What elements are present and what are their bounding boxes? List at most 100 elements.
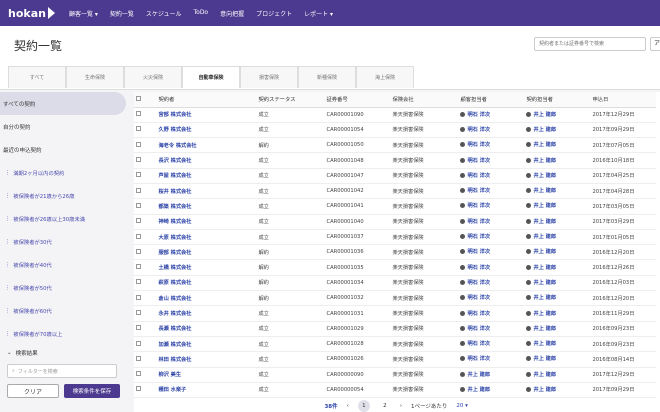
person-link[interactable]: 明石 洋次 [460,310,490,317]
cell-0[interactable]: 都築 株式会社 [156,198,257,215]
table-row[interactable]: 長瀬 株式会社 成立 CAR00001029 楽天損害保険 明石 洋次 井上 建郎 2016… [134,321,657,337]
person-link[interactable]: 明石 洋次 [460,111,490,118]
search-results-section[interactable]: ⌄ 検索結果 [0,345,126,361]
page-1[interactable]: 1 [357,400,370,412]
save-search-button[interactable]: 検索条件を保存 [64,384,120,398]
sidebar-item-0[interactable]: すべての契約 [0,92,127,115]
person-link[interactable]: 明石 洋次 [460,248,490,255]
table-row[interactable]: 神崎 株式会社 成立 CAR00001040 楽天損害保険 明石 洋次 井上 建郎 2017… [134,214,657,230]
cell-5[interactable]: 井上 建郎 [524,259,591,276]
cell-5[interactable]: 井上 建郎 [524,198,591,215]
cell-4[interactable]: 明石 洋次 [458,244,525,261]
cell-0[interactable]: 桜井 株式会社 [156,183,257,200]
table-row[interactable]: 宮部 株式会社 成立 CAR00001090 楽天損害保険 明石 洋次 井上 建郎 2017… [134,107,657,123]
cell-0[interactable]: 永井 株式会社 [156,305,257,322]
column-header-2[interactable]: 証券番号 [324,92,391,108]
cell-5[interactable]: 井上 建郎 [524,168,591,184]
table-row[interactable]: 大原 株式会社 成立 CAR00001037 楽天損害保険 明石 洋次 井上 建郎 2017… [134,229,657,246]
nav-item-3[interactable]: ToDo [194,9,209,18]
person-link[interactable]: 井上 建郎 [526,126,556,133]
row-checkbox[interactable] [136,386,142,392]
saved-filter-4[interactable]: ⋮ 被保険者が40代 [0,253,126,276]
tab-6[interactable]: 海上保険 [356,66,414,88]
person-link[interactable]: 井上 建郎 [526,294,556,301]
cell-5[interactable]: 井上 建郎 [524,351,591,368]
saved-filter-6[interactable]: ⋮ 被保険者が60代 [0,299,126,322]
cell-4[interactable]: 明石 洋次 [458,152,525,169]
cell-5[interactable]: 井上 建郎 [524,214,591,230]
cell-5[interactable]: 井上 建郎 [524,290,591,307]
cell-0[interactable]: 萩原 株式会社 [156,275,257,292]
person-link[interactable]: 井上 建郎 [526,218,556,225]
cell-0[interactable]: 柳沢 美生 [156,367,257,383]
cell-4[interactable]: 明石 洋次 [458,290,525,307]
person-link[interactable]: 明石 洋次 [460,218,490,225]
cell-0[interactable]: 土橋 株式会社 [156,259,257,276]
person-link[interactable]: 明石 洋次 [460,325,490,332]
tab-5[interactable]: 新種保険 [298,66,356,88]
prev-page-icon[interactable]: ‹ [347,403,349,409]
column-header-4[interactable]: 顧客担当者 [458,92,525,108]
next-page-icon[interactable]: › [400,403,402,409]
cell-5[interactable]: 井上 建郎 [524,382,591,399]
row-checkbox[interactable] [136,279,142,285]
person-link[interactable]: 明石 洋次 [460,355,490,362]
person-link[interactable]: 井上 建郎 [526,141,556,148]
cell-5[interactable]: 井上 建郎 [524,305,591,322]
cell-5[interactable]: 井上 建郎 [524,244,591,261]
cell-4[interactable]: 明石 洋次 [458,259,525,276]
column-header-1[interactable]: 契約ステータス [256,92,325,108]
tab-0[interactable]: すべて [8,66,66,88]
person-link[interactable]: 井上 建郎 [526,172,556,179]
cell-4[interactable]: 明石 洋次 [458,229,525,246]
person-link[interactable]: 井上 建郎 [526,386,556,393]
row-checkbox[interactable] [136,355,142,361]
saved-filter-2[interactable]: ⋮ 被保険者が26歳以上30歳未満 [0,207,126,230]
page-2[interactable]: 2 [379,400,391,412]
sidebar-item-2[interactable]: 最近の申込契約 [0,138,126,161]
cell-4[interactable]: 明石 洋次 [458,275,525,292]
row-checkbox[interactable] [136,371,142,377]
row-checkbox[interactable] [136,141,142,147]
cell-4[interactable]: 井上 建郎 [458,382,525,399]
cell-0[interactable]: 久野 株式会社 [156,122,257,139]
person-link[interactable]: 井上 建郎 [526,310,556,317]
cell-4[interactable]: 明石 洋次 [458,107,525,123]
person-link[interactable]: 明石 洋次 [460,279,490,286]
cell-5[interactable]: 井上 建郎 [524,275,591,292]
cell-4[interactable]: 井上 建郎 [458,367,525,383]
cell-5[interactable]: 井上 建郎 [524,183,591,200]
person-link[interactable]: 明石 洋次 [460,126,490,133]
tab-3[interactable]: 自動車保険 [182,66,240,88]
person-link[interactable]: 明石 洋次 [460,187,490,194]
row-checkbox[interactable] [136,294,142,300]
row-checkbox[interactable] [136,325,142,331]
table-row[interactable]: 長沢 株式会社 成立 CAR00001048 楽天損害保険 明石 洋次 井上 建郎 2016… [134,152,657,169]
cell-0[interactable]: 海老令 株式会社 [156,137,257,154]
contract-search-input[interactable] [534,37,646,51]
person-link[interactable]: 井上 建郎 [526,111,556,118]
table-row[interactable]: 萩原 株式会社 解約 CAR00001034 楽天損害保険 明石 洋次 井上 建郎 2016… [134,275,657,292]
person-link[interactable]: 井上 建郎 [526,157,556,164]
table-row[interactable]: 桜井 株式会社 成立 CAR00001042 楽天損害保険 明石 洋次 井上 建郎 2017… [134,183,657,200]
person-link[interactable]: 明石 洋次 [460,294,490,301]
cell-0[interactable]: 加瀬 株式会社 [156,336,257,353]
person-link[interactable]: 井上 建郎 [526,371,556,378]
per-page-select[interactable]: 20 ▾ [456,403,468,409]
cell-0[interactable]: 大原 株式会社 [156,229,257,246]
table-row[interactable]: 服部 株式会社 解約 CAR00001036 楽天損害保険 明石 洋次 井上 建郎 2016… [134,244,657,261]
cell-4[interactable]: 明石 洋次 [458,351,525,368]
drag-handle-icon[interactable]: ⋮ [5,170,10,176]
nav-item-1[interactable]: 契約一覧 [110,9,134,18]
table-row[interactable]: 都築 株式会社 成立 CAR00001041 楽天損害保険 明石 洋次 井上 建郎 2017… [134,198,657,215]
saved-filter-0[interactable]: ⋮ 満期2ヶ月以内の契約 [0,161,126,184]
row-checkbox[interactable] [136,264,142,270]
drag-handle-icon[interactable]: ⋮ [5,285,10,291]
cell-5[interactable]: 井上 建郎 [524,122,591,139]
saved-filter-3[interactable]: ⋮ 被保険者が30代 [0,230,126,253]
table-row[interactable]: 海老令 株式会社 解約 CAR00001050 楽天損害保険 明石 洋次 井上 建郎 201… [134,137,657,154]
cell-0[interactable]: 長瀬 株式会社 [156,321,257,337]
cell-0[interactable]: 芦屋 株式会社 [156,168,257,184]
table-row[interactable]: 芦屋 株式会社 成立 CAR00001047 楽天損害保険 明石 洋次 井上 建郎 2017… [134,168,657,184]
row-checkbox[interactable] [136,233,142,239]
